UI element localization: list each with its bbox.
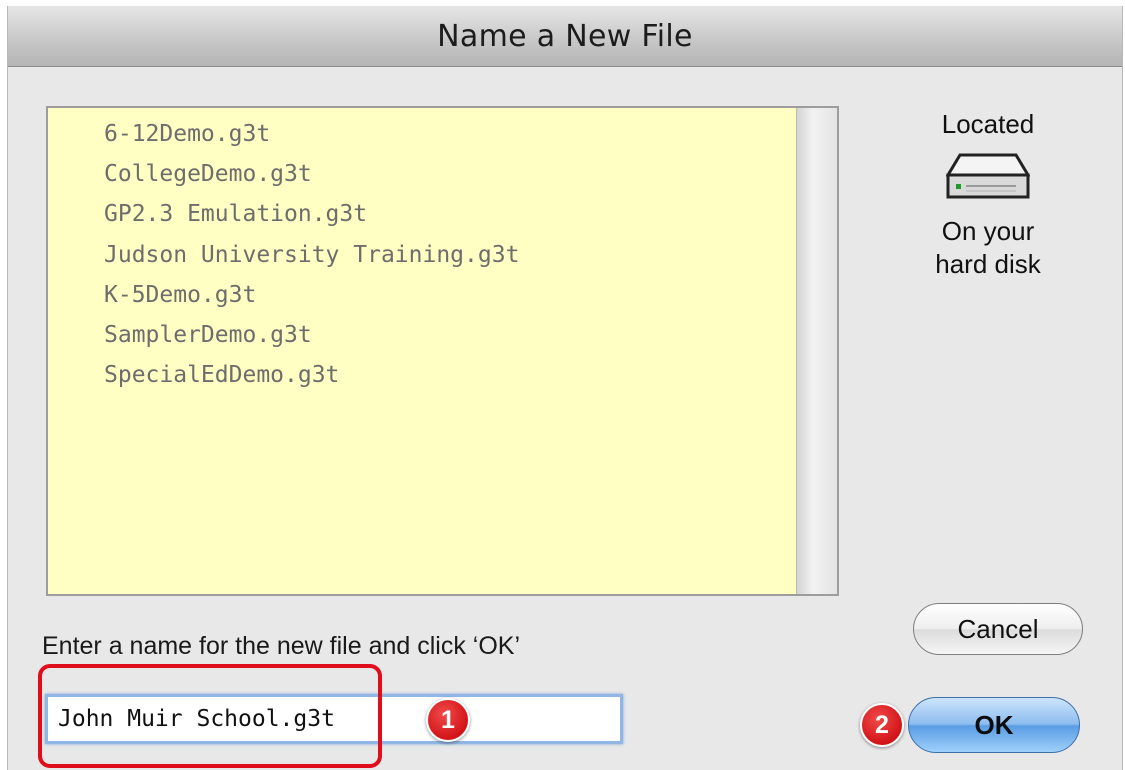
location-caption: On your hard disk bbox=[903, 215, 1073, 281]
file-list-item[interactable]: 6-12Demo.g3t bbox=[104, 114, 519, 154]
file-list-items: 6-12Demo.g3t CollegeDemo.g3t GP2.3 Emula… bbox=[104, 114, 519, 395]
name-prompt: Enter a name for the new file and click … bbox=[42, 632, 521, 660]
location-panel: Located On your hard disk bbox=[903, 109, 1073, 281]
dialog-window: Name a New File 6-12Demo.g3t CollegeDemo… bbox=[7, 6, 1123, 770]
file-name-input[interactable] bbox=[45, 694, 623, 744]
step-2-badge: 2 bbox=[860, 703, 904, 747]
file-list-item[interactable]: SamplerDemo.g3t bbox=[104, 315, 519, 355]
hard-disk-icon bbox=[945, 153, 1031, 199]
cancel-button[interactable]: Cancel bbox=[913, 603, 1083, 655]
title-bar[interactable]: Name a New File bbox=[8, 6, 1122, 67]
dialog-title: Name a New File bbox=[437, 18, 693, 54]
location-caption-line1: On your bbox=[941, 216, 1035, 246]
file-list-scrollbar[interactable] bbox=[796, 108, 837, 594]
file-list[interactable]: 6-12Demo.g3t CollegeDemo.g3t GP2.3 Emula… bbox=[46, 106, 839, 596]
file-list-item[interactable]: SpecialEdDemo.g3t bbox=[104, 355, 519, 395]
file-list-item[interactable]: Judson University Training.g3t bbox=[104, 235, 519, 275]
file-list-item[interactable]: K-5Demo.g3t bbox=[104, 275, 519, 315]
step-1-badge: 1 bbox=[426, 698, 470, 742]
file-list-item[interactable]: CollegeDemo.g3t bbox=[104, 154, 519, 194]
file-list-item[interactable]: GP2.3 Emulation.g3t bbox=[104, 194, 519, 234]
ok-button[interactable]: OK bbox=[908, 697, 1080, 753]
location-caption-line2: hard disk bbox=[935, 249, 1041, 279]
location-label: Located bbox=[941, 109, 1035, 139]
